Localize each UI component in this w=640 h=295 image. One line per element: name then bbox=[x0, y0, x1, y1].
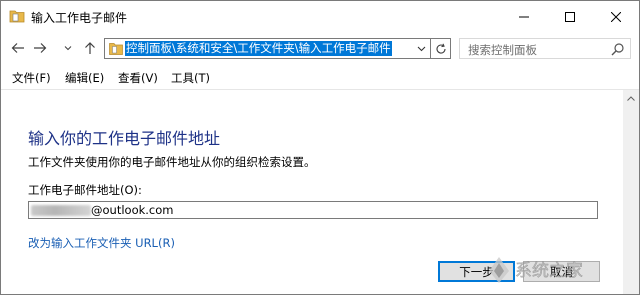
search-icon[interactable] bbox=[611, 42, 625, 56]
search-input[interactable]: 搜索控制面板 bbox=[468, 42, 537, 58]
enter-url-link[interactable]: 改为输入工作文件夹 URL(R) bbox=[28, 235, 175, 251]
menu-view[interactable]: 查看(V) bbox=[118, 70, 158, 86]
scroll-up-arrow-icon[interactable] bbox=[623, 90, 639, 106]
window-title: 输入工作电子邮件 bbox=[31, 11, 128, 25]
refresh-button[interactable] bbox=[431, 38, 451, 59]
minimize-button[interactable] bbox=[501, 1, 547, 32]
email-field[interactable]: @outlook.com bbox=[28, 201, 598, 219]
title-bar: 输入工作电子邮件 bbox=[1, 1, 639, 32]
page-heading: 输入你的工作电子邮件地址 bbox=[28, 129, 221, 148]
forward-button[interactable] bbox=[31, 39, 49, 57]
folder-icon bbox=[9, 9, 25, 23]
back-button[interactable] bbox=[9, 39, 27, 57]
menu-file[interactable]: 文件(F) bbox=[12, 70, 51, 86]
watermark-logo: 系统之家 bbox=[483, 249, 633, 289]
menu-tools[interactable]: 工具(T) bbox=[171, 70, 210, 86]
email-value: @outlook.com bbox=[91, 203, 174, 217]
menu-bar: 文件(F) 编辑(E) 查看(V) 工具(T) bbox=[1, 65, 639, 90]
svg-text:系统之家: 系统之家 bbox=[515, 261, 583, 281]
recent-locations-button[interactable] bbox=[62, 39, 74, 57]
address-dropdown-button[interactable] bbox=[412, 39, 430, 58]
window: 输入工作电子邮件 控制面板\系统和安全\工作文件夹\输入工作电子邮件 搜索控制面… bbox=[0, 0, 640, 295]
address-path[interactable]: 控制面板\系统和安全\工作文件夹\输入工作电子邮件 bbox=[125, 41, 392, 56]
email-field-label: 工作电子邮件地址(O): bbox=[28, 183, 142, 197]
maximize-button[interactable] bbox=[547, 1, 593, 32]
menu-edit[interactable]: 编辑(E) bbox=[65, 70, 104, 86]
page-description: 工作文件夹使用你的电子邮件地址从你的组织检索设置。 bbox=[28, 155, 316, 169]
search-box[interactable]: 搜索控制面板 bbox=[459, 38, 631, 59]
navigation-bar: 控制面板\系统和安全\工作文件夹\输入工作电子邮件 搜索控制面板 bbox=[1, 32, 639, 65]
address-bar[interactable]: 控制面板\系统和安全\工作文件夹\输入工作电子邮件 bbox=[104, 38, 431, 59]
blurred-username bbox=[31, 205, 91, 216]
close-button[interactable] bbox=[593, 1, 639, 32]
up-button[interactable] bbox=[81, 39, 99, 57]
control-panel-icon bbox=[109, 42, 123, 55]
